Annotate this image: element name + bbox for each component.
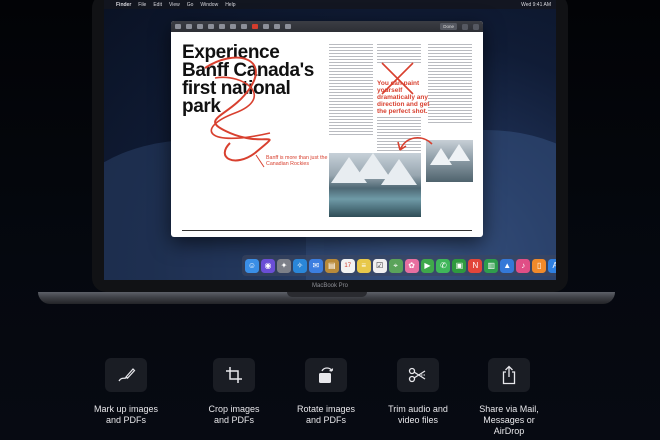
siri-icon[interactable]: ◉ [260,258,275,273]
red-cross-annotation[interactable] [377,58,417,98]
dock: ☺ ◉ ✦ ✧ ✉ ▤ 17 ≡ ☑ ⌖ ✿ ▶ ✆ ▣ N ▥ ▲ ♪ ▯ A… [242,255,556,276]
share-icon [488,358,530,392]
facetime-video-icon[interactable]: ▣ [452,258,467,273]
laptop-notch [287,292,367,297]
draw-tool-icon[interactable] [197,24,203,29]
border-color-icon[interactable] [252,24,258,29]
feature-trim: Trim audio and video files [372,358,464,426]
itunes-icon[interactable]: ♪ [516,258,531,273]
numbers-icon[interactable]: ▥ [484,258,499,273]
notes-app-icon[interactable]: ≡ [356,258,371,273]
notes-icon[interactable]: ▤ [324,258,339,273]
red-arrow-annotation[interactable] [396,132,436,162]
sign-tool-icon[interactable] [230,24,236,29]
menu-item-edit[interactable]: Edit [153,2,162,8]
photos-icon[interactable]: ✿ [404,258,419,273]
feature-label: Mark up images and PDFs [93,404,159,425]
shapes-tool-icon[interactable] [208,24,214,29]
page-footer-rule [182,230,472,231]
trim-icon [397,358,439,392]
text-column [329,44,373,135]
done-button[interactable]: Done [440,23,457,30]
maps-icon[interactable]: ⌖ [388,258,403,273]
reminders-icon[interactable]: ☑ [372,258,387,273]
menu-bar: Finder File Edit View Go Window Help Wed… [104,0,556,9]
news-icon[interactable]: N [468,258,483,273]
text-style-icon[interactable] [274,24,280,29]
menu-app-name[interactable]: Finder [116,2,131,8]
finder-icon[interactable]: ☺ [245,258,259,273]
safari-icon[interactable]: ✧ [292,258,307,273]
feature-crop: Crop images and PDFs [188,358,280,426]
crop-icon [213,358,255,392]
rotate-icon [305,358,347,392]
preview-window: Done Experience Banff Canada's first nat… [171,21,483,237]
feature-markup: Mark up images and PDFs [80,358,172,426]
document-page: Experience Banff Canada's first national… [171,32,483,237]
messages-icon[interactable]: ✆ [436,258,451,273]
menu-item-help[interactable]: Help [225,2,235,8]
feature-label: Rotate images and PDFs [296,404,356,425]
sketch-tool-icon[interactable] [186,24,192,29]
books-icon[interactable]: ▯ [532,258,547,273]
markup-toolbar: Done [171,21,483,32]
launchpad-icon[interactable]: ✦ [276,258,291,273]
red-scribble-annotation[interactable] [175,38,295,168]
app-store-icon[interactable]: A [548,258,556,273]
feature-list: Mark up images and PDFs Crop images and … [80,358,600,438]
feature-share: Share via Mail, Messages or AirDrop [463,358,555,437]
feature-label: Crop images and PDFs [208,404,260,425]
markup-icon [105,358,147,392]
lake-photo[interactable] [329,153,421,217]
menu-item-window[interactable]: Window [200,2,218,8]
sidebar-toggle-icon[interactable] [462,23,468,30]
text-tool-icon[interactable] [219,24,225,29]
mail-icon[interactable]: ✉ [308,258,323,273]
feature-label: Trim audio and video files [388,404,448,425]
menu-item-view[interactable]: View [169,2,180,8]
share-small-icon[interactable] [473,23,479,30]
keynote-icon[interactable]: ▲ [500,258,515,273]
desktop-screen: Finder File Edit View Go Window Help Wed… [104,0,556,280]
menu-clock[interactable]: Wed 9:41 AM [521,2,551,8]
calendar-icon[interactable]: 17 [340,258,355,273]
fill-color-icon[interactable] [263,24,269,29]
menu-item-file[interactable]: File [138,2,146,8]
feature-rotate: Rotate images and PDFs [280,358,372,426]
facetime-icon[interactable]: ▶ [420,258,435,273]
menu-item-go[interactable]: Go [187,2,194,8]
select-tool-icon[interactable] [175,24,181,29]
feature-label: Share via Mail, Messages or AirDrop [479,404,539,436]
laptop-model-label: MacBook Pro [311,283,348,289]
shape-style-icon[interactable] [241,24,247,29]
handwritten-note[interactable]: Banff is more than just the Canadian Roc… [266,155,338,168]
rotate-tool-icon[interactable] [285,24,291,29]
